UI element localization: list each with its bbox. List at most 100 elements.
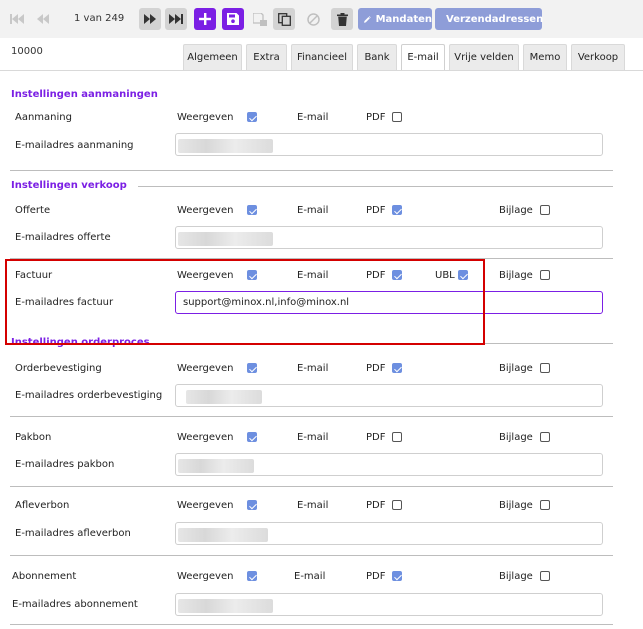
verzendadressen-button[interactable]: Verzendadressen (435, 8, 544, 30)
pdf-label: PDF (366, 363, 386, 374)
toolbar: 1 van 249 Mandaten Verzendadressen (0, 0, 643, 38)
last-record-button[interactable] (165, 8, 187, 30)
email-label-afleverbon: E-mailadres afleverbon (15, 528, 131, 539)
row-label-orderbevestiging: Orderbevestiging (15, 363, 102, 374)
email-label-aanmaning: E-mailadres aanmaning (15, 140, 134, 151)
email-label: E-mail (297, 363, 329, 374)
highlight-box (5, 259, 485, 345)
pakbon-bijlage-checkbox[interactable] (540, 432, 550, 442)
pencil-icon (364, 15, 371, 23)
divider (138, 186, 613, 187)
rewind-icon (37, 14, 49, 24)
email-label: E-mail (297, 205, 329, 216)
email-label: E-mail (294, 571, 326, 582)
skip-first-icon (10, 14, 24, 24)
plus-icon (199, 13, 211, 25)
weergeven-label: Weergeven (177, 363, 234, 374)
orderbevestiging-weergeven-checkbox[interactable] (247, 363, 257, 373)
abonnement-weergeven-checkbox[interactable] (247, 571, 257, 581)
redacted-email (186, 390, 262, 404)
ban-icon (306, 12, 320, 26)
bijlage-label: Bijlage (499, 500, 533, 511)
orderbevestiging-pdf-checkbox[interactable] (392, 363, 402, 373)
bijlage-label: Bijlage (499, 571, 533, 582)
redacted-email (178, 232, 273, 246)
floppy-disk-icon (227, 13, 239, 25)
factuur-bijlage-checkbox[interactable] (540, 270, 550, 280)
weergeven-label: Weergeven (177, 205, 234, 216)
offerte-pdf-checkbox[interactable] (392, 205, 402, 215)
save-copy-icon (253, 12, 267, 26)
bijlage-label: Bijlage (499, 205, 533, 216)
pdf-label: PDF (366, 571, 386, 582)
tab-financieel[interactable]: Financieel (291, 44, 353, 70)
weergeven-label: Weergeven (177, 571, 234, 582)
pakbon-pdf-checkbox[interactable] (392, 432, 402, 442)
fast-forward-icon (144, 14, 156, 24)
tab-verkoop[interactable]: Verkoop (571, 44, 625, 70)
save-as-button[interactable] (249, 8, 271, 30)
redacted-email (178, 599, 273, 613)
pdf-label: PDF (366, 500, 386, 511)
section-title-verkoop: Instellingen verkoop (11, 180, 127, 191)
abonnement-pdf-checkbox[interactable] (392, 571, 402, 581)
next-record-button[interactable] (139, 8, 161, 30)
weergeven-label: Weergeven (177, 112, 234, 123)
email-label-abonnement: E-mailadres abonnement (12, 599, 138, 610)
abonnement-bijlage-checkbox[interactable] (540, 571, 550, 581)
cancel-button[interactable] (302, 8, 324, 30)
divider (10, 555, 613, 556)
copy-icon (277, 12, 291, 26)
email-label: E-mail (297, 112, 329, 123)
bijlage-label: Bijlage (499, 363, 533, 374)
afleverbon-pdf-checkbox[interactable] (392, 500, 402, 510)
offerte-weergeven-checkbox[interactable] (247, 205, 257, 215)
row-label-afleverbon: Afleverbon (15, 500, 70, 511)
bijlage-label: Bijlage (499, 432, 533, 443)
divider (10, 624, 613, 625)
row-label-aanmaning: Aanmaning (15, 112, 72, 123)
orderbevestiging-bijlage-checkbox[interactable] (540, 363, 550, 373)
aanmaning-pdf-checkbox[interactable] (392, 112, 402, 122)
trash-icon (336, 12, 348, 26)
weergeven-label: Weergeven (177, 500, 234, 511)
email-label-orderbevestiging: E-mailadres orderbevestiging (15, 390, 163, 401)
copy-button[interactable] (273, 8, 295, 30)
previous-record-button[interactable] (32, 8, 54, 30)
email-label-offerte: E-mailadres offerte (15, 232, 111, 243)
tab-vrije-velden[interactable]: Vrije velden (449, 44, 519, 70)
delete-button[interactable] (331, 8, 353, 30)
first-record-button[interactable] (6, 8, 28, 30)
tab-bank[interactable]: Bank (357, 44, 397, 70)
tab-bar: Algemeen Extra Financieel Bank E-mail Vr… (0, 44, 643, 70)
aanmaning-weergeven-checkbox[interactable] (247, 112, 257, 122)
pdf-label: PDF (366, 112, 386, 123)
bijlage-label: Bijlage (499, 270, 533, 281)
tab-memo[interactable]: Memo (523, 44, 567, 70)
section-title-aanmaningen: Instellingen aanmaningen (11, 89, 158, 100)
tab-extra[interactable]: Extra (246, 44, 287, 70)
divider (10, 170, 613, 171)
tab-algemeen[interactable]: Algemeen (183, 44, 242, 70)
row-label-offerte: Offerte (15, 205, 51, 216)
divider (10, 416, 613, 417)
pdf-label: PDF (366, 205, 386, 216)
email-label-pakbon: E-mailadres pakbon (15, 459, 115, 470)
pakbon-weergeven-checkbox[interactable] (247, 432, 257, 442)
tabs-divider (0, 70, 643, 71)
email-label: E-mail (297, 500, 329, 511)
tab-email[interactable]: E-mail (401, 44, 445, 70)
divider (10, 486, 613, 487)
offerte-bijlage-checkbox[interactable] (540, 205, 550, 215)
redacted-email (178, 139, 273, 153)
skip-last-icon (169, 14, 183, 24)
email-label: E-mail (297, 432, 329, 443)
redacted-email (178, 528, 268, 542)
save-button[interactable] (222, 8, 244, 30)
afleverbon-bijlage-checkbox[interactable] (540, 500, 550, 510)
afleverbon-weergeven-checkbox[interactable] (247, 500, 257, 510)
add-button[interactable] (194, 8, 216, 30)
verzendadressen-label: Verzendadressen (446, 13, 544, 25)
row-label-pakbon: Pakbon (15, 432, 52, 443)
mandaten-button[interactable]: Mandaten (358, 8, 432, 30)
